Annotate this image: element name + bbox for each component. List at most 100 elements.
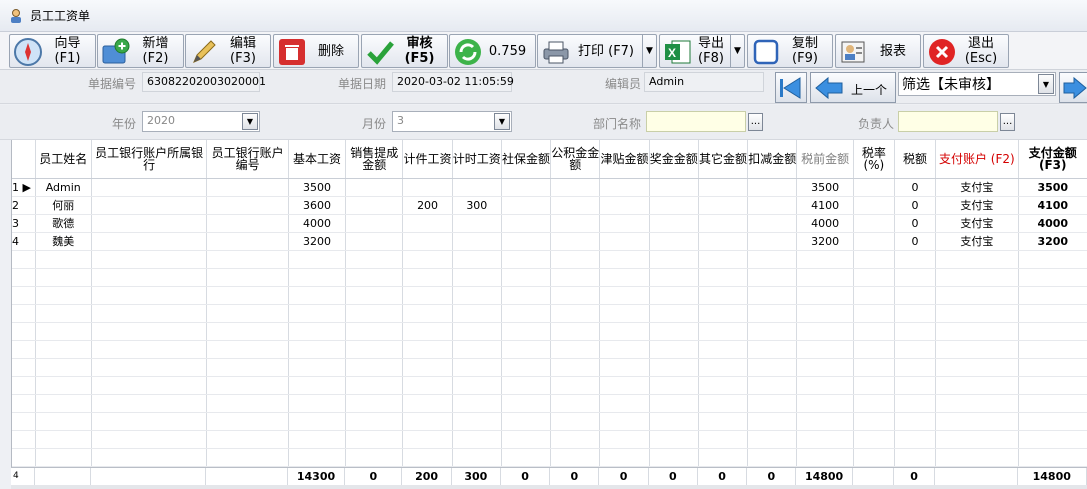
cell-pay[interactable]: 4000 bbox=[1018, 214, 1087, 233]
cell-deduct[interactable] bbox=[747, 232, 798, 251]
table-row[interactable]: 1 ▶ Admin 3500 3500 0 支付宝 3500 bbox=[12, 178, 1087, 197]
print-dropdown-icon[interactable]: ▼ bbox=[642, 35, 656, 67]
col-header-piece[interactable]: 计件工资 bbox=[402, 140, 453, 179]
col-header-bonus[interactable]: 奖金金额 bbox=[649, 140, 699, 179]
col-header-allowance[interactable]: 津贴金额 bbox=[599, 140, 650, 179]
cell-fund[interactable] bbox=[550, 196, 601, 215]
cell-tax[interactable]: 0 bbox=[894, 196, 937, 215]
row-number[interactable]: 2 bbox=[12, 196, 36, 215]
cell-sales[interactable] bbox=[345, 232, 404, 251]
year-select[interactable]: 2020 ▼ bbox=[142, 111, 260, 132]
cell-base[interactable]: 3500 bbox=[288, 178, 347, 197]
cell-social[interactable] bbox=[501, 214, 552, 233]
cell-allowance[interactable] bbox=[599, 232, 650, 251]
col-header-pay[interactable]: 支付金额(F3) bbox=[1018, 140, 1087, 179]
month-select[interactable]: 3 ▼ bbox=[392, 111, 512, 132]
print-button[interactable]: 打印 (F7) ▼ bbox=[537, 34, 657, 68]
report-button[interactable]: 报表 bbox=[835, 34, 921, 68]
col-header-bank[interactable]: 员工银行账户所属银行 bbox=[91, 140, 208, 179]
dept-lookup-button[interactable]: ... bbox=[748, 113, 763, 131]
col-header-name[interactable]: 员工姓名 bbox=[35, 140, 92, 179]
export-button[interactable]: X 导出 (F8) ▼ bbox=[659, 34, 745, 68]
cell-account[interactable] bbox=[206, 214, 289, 233]
cell-pay[interactable]: 4100 bbox=[1018, 196, 1087, 215]
cell-bonus[interactable] bbox=[649, 196, 699, 215]
cell-bonus[interactable] bbox=[649, 232, 699, 251]
cell-social[interactable] bbox=[501, 232, 552, 251]
cell-rate[interactable] bbox=[853, 196, 895, 215]
col-header-other[interactable]: 其它金额 bbox=[698, 140, 749, 179]
table-row[interactable]: 2 何丽 3600 200 300 4100 0 支付宝 4100 bbox=[12, 196, 1087, 215]
cell-account[interactable] bbox=[206, 178, 289, 197]
cell-hourly[interactable] bbox=[452, 214, 502, 233]
cell-base[interactable]: 4000 bbox=[288, 214, 347, 233]
cell-tax[interactable]: 0 bbox=[894, 232, 937, 251]
prev-record-button[interactable]: 上一个 bbox=[810, 72, 896, 103]
cell-name[interactable]: 魏美 bbox=[35, 232, 92, 251]
edit-button[interactable]: 编辑 (F3) bbox=[185, 34, 271, 68]
export-dropdown-icon[interactable]: ▼ bbox=[730, 35, 744, 67]
delete-button[interactable]: 删除 bbox=[273, 34, 359, 68]
cell-bonus[interactable] bbox=[649, 178, 699, 197]
col-header-sales[interactable]: 销售提成金额 bbox=[345, 140, 404, 179]
cell-piece[interactable]: 200 bbox=[402, 196, 453, 215]
cell-base[interactable]: 3200 bbox=[288, 232, 347, 251]
exit-button[interactable]: 退出 (Esc) bbox=[923, 34, 1009, 68]
row-number[interactable]: 3 bbox=[12, 214, 36, 233]
cell-bank[interactable] bbox=[91, 232, 208, 251]
cell-allowance[interactable] bbox=[599, 178, 650, 197]
cell-hourly[interactable]: 300 bbox=[452, 196, 502, 215]
owner-input[interactable]: ... bbox=[898, 111, 1015, 132]
cell-pay[interactable]: 3200 bbox=[1018, 232, 1087, 251]
cell-rate[interactable] bbox=[853, 232, 895, 251]
table-row[interactable]: 4 魏美 3200 3200 0 支付宝 3200 bbox=[12, 232, 1087, 251]
audit-button[interactable]: 审核 (F5) bbox=[361, 34, 448, 68]
cell-payacct[interactable]: 支付宝 bbox=[935, 178, 1019, 197]
table-row[interactable]: 3 歌德 4000 4000 0 支付宝 4000 bbox=[12, 214, 1087, 233]
cell-sales[interactable] bbox=[345, 214, 404, 233]
cell-social[interactable] bbox=[501, 196, 552, 215]
col-header-hourly[interactable]: 计时工资 bbox=[452, 140, 502, 179]
cell-tax[interactable]: 0 bbox=[894, 214, 937, 233]
cell-account[interactable] bbox=[206, 232, 289, 251]
cell-other[interactable] bbox=[698, 232, 749, 251]
col-header-social[interactable]: 社保金额 bbox=[501, 140, 552, 179]
cell-pretax[interactable]: 3500 bbox=[796, 178, 854, 197]
cell-sales[interactable] bbox=[345, 196, 404, 215]
cell-fund[interactable] bbox=[550, 214, 601, 233]
horizontal-scrollbar[interactable] bbox=[11, 485, 1087, 489]
copy-button[interactable]: 复制 (F9) bbox=[747, 34, 833, 68]
col-header-fund[interactable]: 公积金金额 bbox=[550, 140, 601, 179]
col-header-deduct[interactable]: 扣减金额 bbox=[747, 140, 798, 179]
cell-rate[interactable] bbox=[853, 178, 895, 197]
cell-payacct[interactable]: 支付宝 bbox=[935, 232, 1019, 251]
cell-allowance[interactable] bbox=[599, 214, 650, 233]
first-record-button[interactable] bbox=[775, 72, 807, 103]
cell-deduct[interactable] bbox=[747, 196, 798, 215]
col-header-tax[interactable]: 税额 bbox=[894, 140, 937, 179]
cell-hourly[interactable] bbox=[452, 178, 502, 197]
cell-piece[interactable] bbox=[402, 232, 453, 251]
cell-pretax[interactable]: 3200 bbox=[796, 232, 854, 251]
dept-input[interactable]: ... bbox=[646, 111, 763, 132]
cell-tax[interactable]: 0 bbox=[894, 178, 937, 197]
col-header-base[interactable]: 基本工资 bbox=[288, 140, 347, 179]
cell-other[interactable] bbox=[698, 178, 749, 197]
cell-name[interactable]: 何丽 bbox=[35, 196, 92, 215]
owner-lookup-button[interactable]: ... bbox=[1000, 113, 1015, 131]
row-number[interactable]: 4 bbox=[12, 232, 36, 251]
add-button[interactable]: 新增 (F2) bbox=[97, 34, 184, 68]
col-header-pretax[interactable]: 税前金额 bbox=[796, 140, 854, 179]
cell-other[interactable] bbox=[698, 196, 749, 215]
cell-payacct[interactable]: 支付宝 bbox=[935, 214, 1019, 233]
cell-social[interactable] bbox=[501, 178, 552, 197]
cell-bank[interactable] bbox=[91, 178, 208, 197]
cell-other[interactable] bbox=[698, 214, 749, 233]
wizard-button[interactable]: 向导 (F1) bbox=[9, 34, 96, 68]
cell-base[interactable]: 3600 bbox=[288, 196, 347, 215]
cell-bank[interactable] bbox=[91, 214, 208, 233]
cell-name[interactable]: 歌德 bbox=[35, 214, 92, 233]
cell-bank[interactable] bbox=[91, 196, 208, 215]
cell-deduct[interactable] bbox=[747, 178, 798, 197]
refresh-button[interactable]: 0.759 bbox=[449, 34, 536, 68]
